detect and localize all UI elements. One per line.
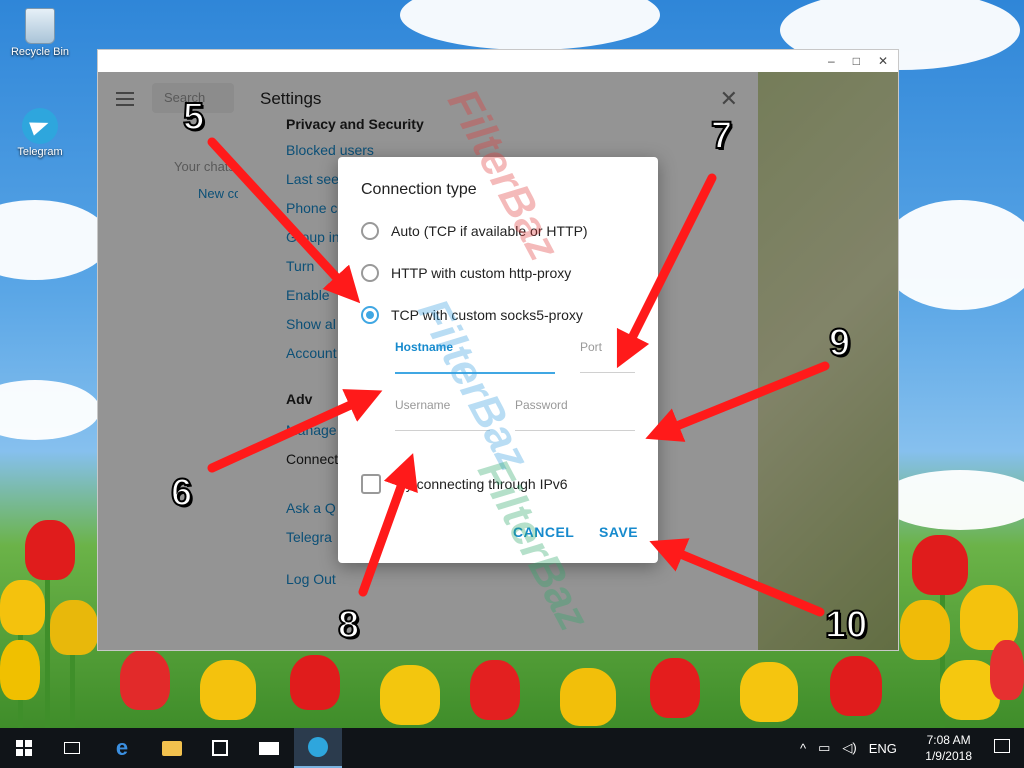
start-button[interactable] [0,728,48,768]
step-number-9: 9 [828,321,851,365]
port-field[interactable]: Port [580,340,635,378]
mail-icon [259,741,279,755]
taskbar-telegram[interactable] [294,728,342,768]
tulip [380,665,440,725]
radio-button-selected[interactable] [361,306,379,324]
windows-icon [16,740,32,756]
cloud [0,380,100,440]
tulip [900,600,950,660]
edge-icon: e [115,735,129,760]
network-icon[interactable]: ▭ [818,740,830,756]
language-indicator[interactable]: ENG [869,741,897,756]
volume-icon[interactable]: ◁) [842,740,856,756]
tulip [25,520,75,580]
task-view-icon [64,742,80,754]
password-label: Password [515,398,568,412]
step-number-6: 6 [170,471,193,515]
maximize-button[interactable]: □ [853,54,860,68]
cloud [400,0,660,50]
window-close-button[interactable]: ✕ [878,54,888,68]
ipv6-checkbox[interactable] [361,474,381,494]
tulip [470,660,520,720]
tulip [120,650,170,710]
taskbar-store[interactable] [196,728,244,768]
taskbar: e ^ ▭ ◁) ENG 7:08 AM 1/9/2018 [0,728,1024,768]
cloud [0,200,110,280]
taskbar-mail[interactable] [245,728,293,768]
tulip [290,655,340,710]
clock[interactable]: 7:08 AM 1/9/2018 [925,732,972,764]
step-number-8: 8 [337,603,360,647]
tulip [650,658,700,718]
folder-icon [162,740,182,756]
store-icon [212,740,228,756]
desktop-icon-label: Telegram [17,146,63,158]
tulip [0,640,40,700]
desktop-icon-recycle-bin[interactable]: Recycle Bin [8,8,72,58]
chevron-up-icon[interactable]: ^ [800,741,806,756]
option-http-proxy[interactable]: HTTP with custom http-proxy [361,264,571,282]
tulip [912,535,968,595]
tulip [50,600,98,655]
password-input[interactable] [515,418,635,436]
ipv6-option[interactable]: Try connecting through IPv6 [361,474,568,494]
tulip [990,640,1024,700]
tulip [0,580,45,635]
tulip [740,662,798,722]
port-input[interactable] [580,360,635,378]
cloud [880,200,1024,310]
tulip [200,660,256,720]
tulip [560,668,616,726]
task-view-button[interactable] [48,728,96,768]
taskbar-file-explorer[interactable] [148,728,196,768]
save-button[interactable]: SAVE [599,524,638,540]
minimize-button[interactable]: – [828,54,835,68]
desktop-icon-telegram[interactable]: Telegram [8,108,72,158]
clock-date: 1/9/2018 [925,749,972,763]
password-field[interactable]: Password [515,398,635,436]
step-number-10: 10 [824,603,868,647]
option-socks5-proxy[interactable]: TCP with custom socks5-proxy [361,306,583,324]
recycle-bin-icon [25,8,55,44]
cloud [880,470,1024,530]
desktop-icon-label: Recycle Bin [10,46,70,58]
system-tray: ^ ▭ ◁) ENG [800,728,897,768]
step-number-5: 5 [182,95,205,139]
step-number-7: 7 [710,114,733,158]
dialog-title: Connection type [361,181,477,198]
radio-button[interactable] [361,264,379,282]
port-label: Port [580,340,603,354]
option-label: HTTP with custom http-proxy [391,265,572,281]
clock-time: 7:08 AM [926,733,971,747]
tulip [830,656,882,716]
notification-icon[interactable] [994,739,1010,753]
window-titlebar: – □ ✕ [98,50,898,72]
telegram-icon [308,737,328,757]
taskbar-edge[interactable]: e [98,728,146,768]
radio-button[interactable] [361,222,379,240]
telegram-icon [22,108,58,144]
